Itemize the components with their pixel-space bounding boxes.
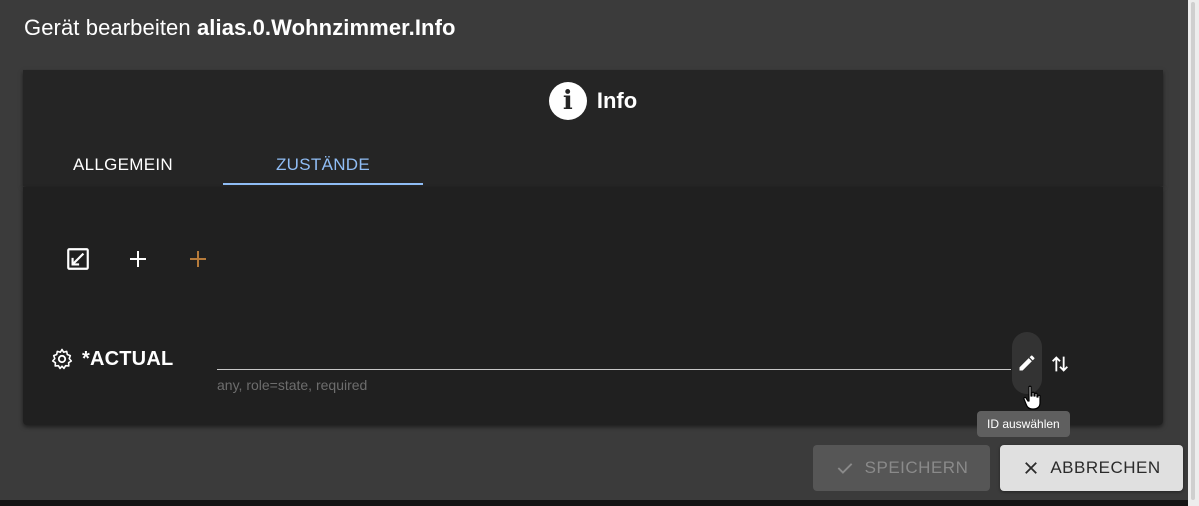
state-id-input[interactable]	[217, 345, 1011, 370]
edit-device-dialog: Gerät bearbeiten alias.0.Wohnzimmer.Info…	[0, 0, 1188, 500]
states-panel: *ACTUAL any, role=state, required	[23, 187, 1163, 425]
close-icon	[1025, 462, 1038, 474]
state-actual-label: *ACTUAL	[50, 347, 173, 371]
swap-vertical-icon	[1052, 356, 1068, 372]
active-tab-indicator	[223, 183, 423, 185]
dialog-title: Gerät bearbeiten alias.0.Wohnzimmer.Info	[24, 15, 456, 41]
edit-square-icon	[67, 248, 89, 270]
scrollbar-thumb[interactable]	[1191, 2, 1195, 500]
device-header-title: i Info	[23, 82, 1163, 120]
dialog-title-prefix: Gerät bearbeiten	[24, 15, 191, 40]
state-name: *ACTUAL	[82, 347, 174, 370]
gear-icon[interactable]	[50, 347, 74, 371]
select-id-tooltip: ID auswählen	[977, 411, 1070, 437]
device-header-card: i Info ALLGEMEIN ZUSTÄNDE	[23, 70, 1163, 186]
info-circle-icon: i	[548, 82, 587, 120]
save-button-label: SPEICHERN	[864, 458, 969, 477]
read-write-toggle-button[interactable]	[1045, 349, 1075, 379]
check-icon	[837, 463, 852, 474]
cancel-button[interactable]: ABBRECHEN	[1000, 445, 1183, 491]
save-button[interactable]: SPEICHERN	[813, 445, 990, 491]
add-state-button[interactable]	[120, 241, 156, 277]
device-type-title: Info	[596, 88, 638, 113]
add-optional-state-button[interactable]	[180, 241, 216, 277]
cancel-button-label: ABBRECHEN	[1050, 458, 1161, 477]
hand-cursor-icon	[1023, 385, 1041, 410]
edit-mode-button[interactable]	[60, 241, 96, 277]
plus-icon	[190, 251, 206, 267]
pencil-icon	[1019, 355, 1035, 371]
plus-icon	[130, 251, 146, 267]
tab-states[interactable]: ZUSTÄNDE	[223, 144, 423, 186]
tab-general[interactable]: ALLGEMEIN	[23, 144, 223, 186]
state-helper-text: any, role=state, required	[217, 377, 368, 393]
dialog-title-device-id: alias.0.Wohnzimmer.Info	[196, 15, 456, 40]
